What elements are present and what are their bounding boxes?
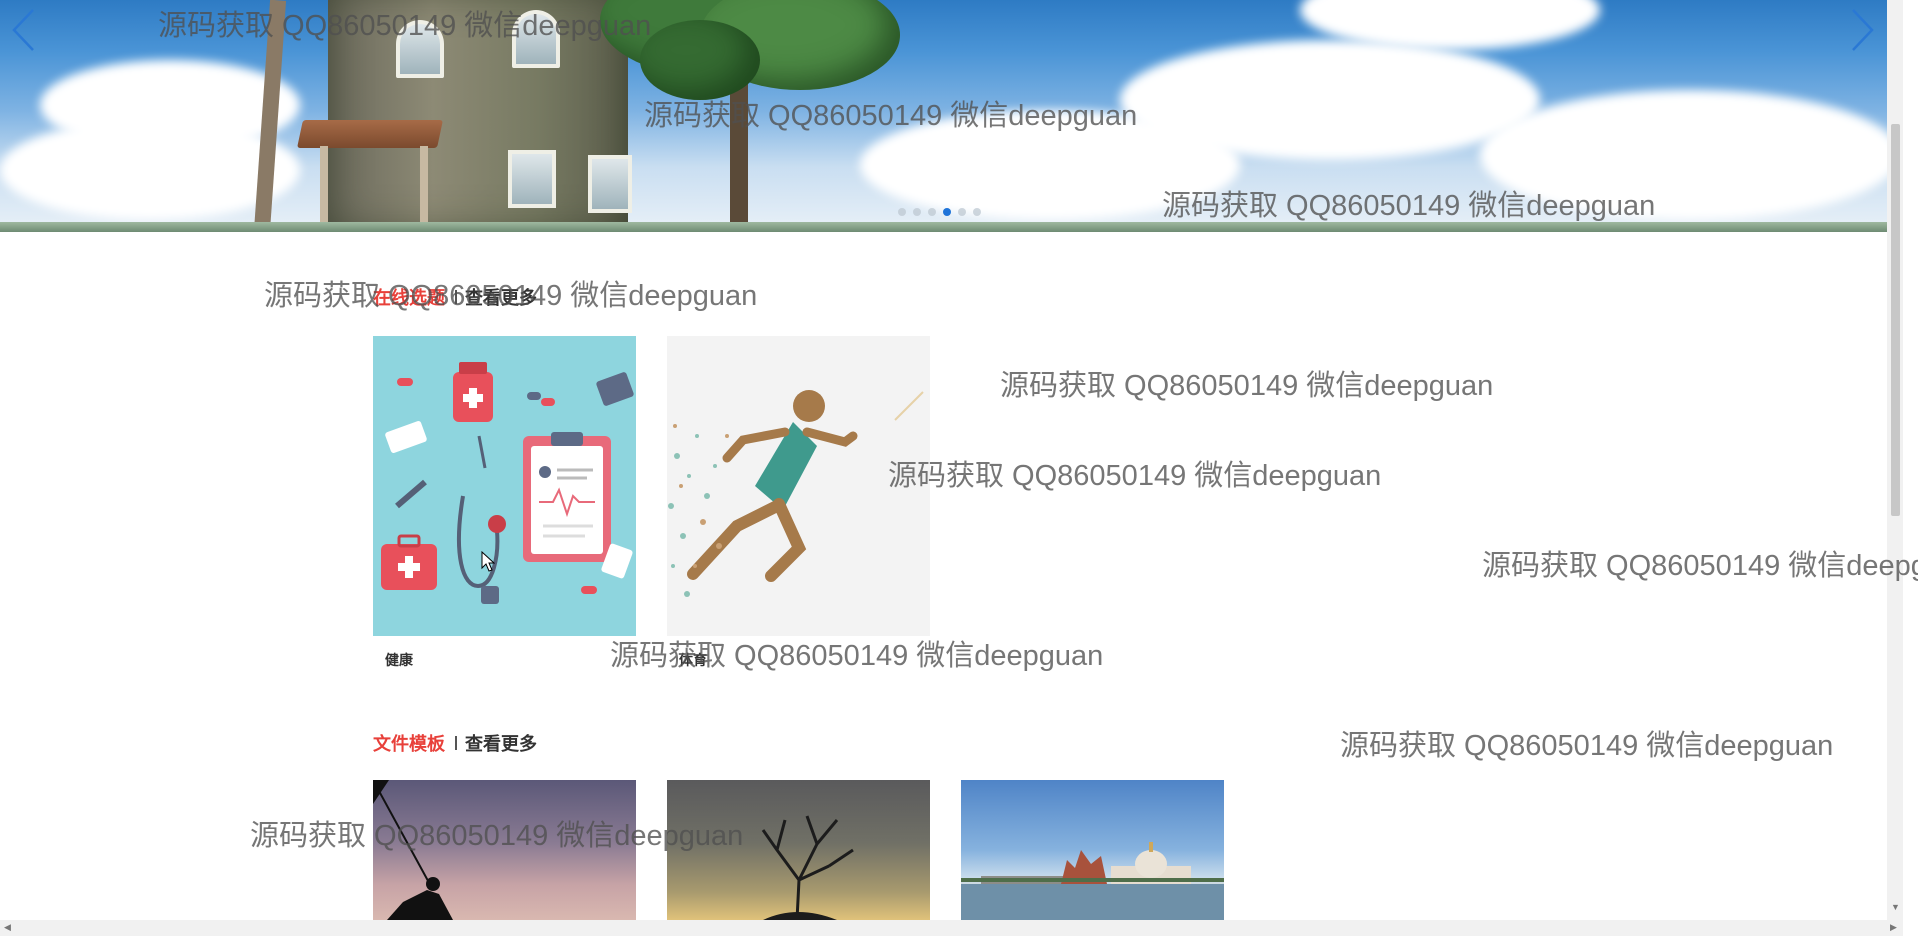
carousel-dot[interactable] [913,208,921,216]
banner-carousel[interactable] [0,0,1887,232]
watermark-text: 源码获取 QQ86050149 微信deepguan [1340,730,1834,762]
carousel-dot[interactable] [898,208,906,216]
health-card-image [373,336,636,636]
scrollbar-thumb[interactable] [1891,124,1900,516]
horizontal-scrollbar[interactable]: ◀ ▶ [0,920,1903,936]
topic-card-health[interactable]: 健康 [373,336,636,670]
carousel-dot[interactable] [973,208,981,216]
carousel-prev-button[interactable] [4,6,44,54]
banner-ground [0,222,1887,232]
scroll-right-arrow-icon[interactable]: ▶ [1890,922,1897,933]
card-label: 体育 [679,652,707,668]
section-title: 在线选题 [373,288,445,308]
view-more-link[interactable]: 查看更多 [465,730,537,756]
banner-tower [328,0,632,232]
scroll-left-arrow-icon[interactable]: ◀ [4,922,11,933]
section-title: 文件模板 [373,734,445,754]
topic-card-sports[interactable]: 体育 [667,336,930,670]
carousel-pagination [898,208,981,216]
carousel-dot[interactable] [958,208,966,216]
watermark-text: 源码获取 QQ86050149 微信deepguan [1482,550,1918,582]
carousel-dot[interactable] [928,208,936,216]
watermark-text: 源码获取 QQ86050149 微信deepguan [888,460,1382,492]
chevron-right-icon [1852,9,1874,51]
mouse-pointer-icon [481,551,495,572]
scroll-down-arrow-icon[interactable]: ▼ [1891,902,1900,912]
section-header-templates: 文件模板 查看更多 [373,730,537,756]
section-divider [455,736,457,750]
sports-card-image [667,336,930,636]
carousel-next-button[interactable] [1842,6,1882,54]
chevron-left-icon [12,9,34,51]
carousel-dot-active[interactable] [943,208,951,216]
template-card-palace[interactable] [961,780,1224,920]
card-label: 健康 [385,652,413,668]
template-card-climber[interactable] [373,780,636,920]
banner-porch-roof [297,120,443,148]
section-header-topics: 在线选题 查看更多 [373,284,537,310]
vertical-scrollbar[interactable]: ▼ [1887,0,1903,920]
section-divider [455,290,457,304]
watermark-text: 源码获取 QQ86050149 微信deepguan [1000,370,1494,402]
template-card-tree[interactable] [667,780,930,920]
view-more-link[interactable]: 查看更多 [465,284,537,310]
